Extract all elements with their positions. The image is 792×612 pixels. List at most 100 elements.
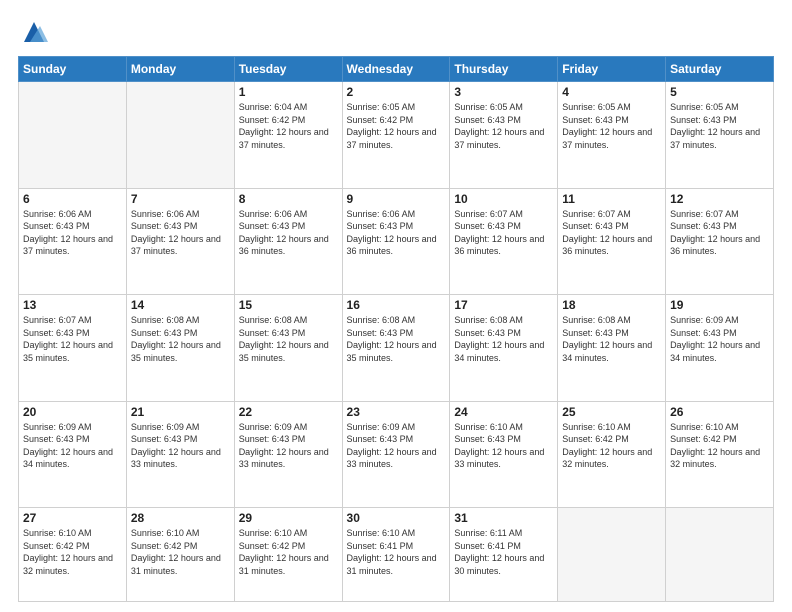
day-cell: 10 Sunrise: 6:07 AM Sunset: 6:43 PM Dayli… bbox=[450, 188, 558, 295]
day-info: Sunrise: 6:05 AM Sunset: 6:43 PM Dayligh… bbox=[562, 101, 661, 151]
day-info: Sunrise: 6:06 AM Sunset: 6:43 PM Dayligh… bbox=[23, 208, 122, 258]
day-info: Sunrise: 6:07 AM Sunset: 6:43 PM Dayligh… bbox=[23, 314, 122, 364]
day-info: Sunrise: 6:11 AM Sunset: 6:41 PM Dayligh… bbox=[454, 527, 553, 577]
day-info: Sunrise: 6:08 AM Sunset: 6:43 PM Dayligh… bbox=[562, 314, 661, 364]
day-info: Sunrise: 6:10 AM Sunset: 6:43 PM Dayligh… bbox=[454, 421, 553, 471]
day-cell: 17 Sunrise: 6:08 AM Sunset: 6:43 PM Dayli… bbox=[450, 295, 558, 402]
day-number: 18 bbox=[562, 298, 661, 312]
day-cell: 21 Sunrise: 6:09 AM Sunset: 6:43 PM Dayli… bbox=[126, 401, 234, 508]
day-info: Sunrise: 6:04 AM Sunset: 6:42 PM Dayligh… bbox=[239, 101, 338, 151]
weekday-header-friday: Friday bbox=[558, 57, 666, 82]
day-cell: 2 Sunrise: 6:05 AM Sunset: 6:42 PM Daylig… bbox=[342, 82, 450, 189]
day-info: Sunrise: 6:05 AM Sunset: 6:42 PM Dayligh… bbox=[347, 101, 446, 151]
day-number: 29 bbox=[239, 511, 338, 525]
day-number: 6 bbox=[23, 192, 122, 206]
day-cell: 13 Sunrise: 6:07 AM Sunset: 6:43 PM Dayli… bbox=[19, 295, 127, 402]
day-cell: 28Sunrise: 6:10 AM Sunset: 6:42 PM Dayli… bbox=[126, 508, 234, 602]
weekday-header-wednesday: Wednesday bbox=[342, 57, 450, 82]
day-cell: 16 Sunrise: 6:08 AM Sunset: 6:43 PM Dayli… bbox=[342, 295, 450, 402]
day-info: Sunrise: 6:08 AM Sunset: 6:43 PM Dayligh… bbox=[239, 314, 338, 364]
day-info: Sunrise: 6:06 AM Sunset: 6:43 PM Dayligh… bbox=[131, 208, 230, 258]
week-row-3: 13 Sunrise: 6:07 AM Sunset: 6:43 PM Dayli… bbox=[19, 295, 774, 402]
day-number: 15 bbox=[239, 298, 338, 312]
day-cell: 1 Sunrise: 6:04 AM Sunset: 6:42 PM Daylig… bbox=[234, 82, 342, 189]
day-number: 26 bbox=[670, 405, 769, 419]
day-cell: 7 Sunrise: 6:06 AM Sunset: 6:43 PM Daylig… bbox=[126, 188, 234, 295]
logo bbox=[18, 18, 48, 46]
day-cell: 9 Sunrise: 6:06 AM Sunset: 6:43 PM Daylig… bbox=[342, 188, 450, 295]
day-info: Sunrise: 6:10 AM Sunset: 6:42 PM Dayligh… bbox=[23, 527, 122, 577]
day-number: 10 bbox=[454, 192, 553, 206]
day-cell: 18 Sunrise: 6:08 AM Sunset: 6:43 PM Dayli… bbox=[558, 295, 666, 402]
day-number: 13 bbox=[23, 298, 122, 312]
day-number: 23 bbox=[347, 405, 446, 419]
day-cell: 15 Sunrise: 6:08 AM Sunset: 6:43 PM Dayli… bbox=[234, 295, 342, 402]
day-info: Sunrise: 6:08 AM Sunset: 6:43 PM Dayligh… bbox=[347, 314, 446, 364]
day-info: Sunrise: 6:09 AM Sunset: 6:43 PM Dayligh… bbox=[239, 421, 338, 471]
day-info: Sunrise: 6:10 AM Sunset: 6:41 PM Dayligh… bbox=[347, 527, 446, 577]
day-cell: 25 Sunrise: 6:10 AM Sunset: 6:42 PM Dayli… bbox=[558, 401, 666, 508]
day-cell: 12 Sunrise: 6:07 AM Sunset: 6:43 PM Dayli… bbox=[666, 188, 774, 295]
day-cell: 26 Sunrise: 6:10 AM Sunset: 6:42 PM Dayli… bbox=[666, 401, 774, 508]
day-number: 31 bbox=[454, 511, 553, 525]
day-number: 3 bbox=[454, 85, 553, 99]
day-number: 16 bbox=[347, 298, 446, 312]
day-number: 27 bbox=[23, 511, 122, 525]
day-cell bbox=[558, 508, 666, 602]
day-number: 4 bbox=[562, 85, 661, 99]
day-info: Sunrise: 6:10 AM Sunset: 6:42 PM Dayligh… bbox=[562, 421, 661, 471]
day-cell: 4 Sunrise: 6:05 AM Sunset: 6:43 PM Daylig… bbox=[558, 82, 666, 189]
day-info: Sunrise: 6:09 AM Sunset: 6:43 PM Dayligh… bbox=[131, 421, 230, 471]
day-cell bbox=[19, 82, 127, 189]
day-number: 8 bbox=[239, 192, 338, 206]
day-info: Sunrise: 6:07 AM Sunset: 6:43 PM Dayligh… bbox=[454, 208, 553, 258]
day-number: 21 bbox=[131, 405, 230, 419]
day-info: Sunrise: 6:10 AM Sunset: 6:42 PM Dayligh… bbox=[670, 421, 769, 471]
day-number: 20 bbox=[23, 405, 122, 419]
day-cell: 3 Sunrise: 6:05 AM Sunset: 6:43 PM Daylig… bbox=[450, 82, 558, 189]
day-cell: 20 Sunrise: 6:09 AM Sunset: 6:43 PM Dayli… bbox=[19, 401, 127, 508]
day-cell bbox=[666, 508, 774, 602]
day-cell: 31 Sunrise: 6:11 AM Sunset: 6:41 PM Dayli… bbox=[450, 508, 558, 602]
day-info: Sunrise: 6:06 AM Sunset: 6:43 PM Dayligh… bbox=[347, 208, 446, 258]
day-cell: 11 Sunrise: 6:07 AM Sunset: 6:43 PM Dayli… bbox=[558, 188, 666, 295]
week-row-5: 27 Sunrise: 6:10 AM Sunset: 6:42 PM Dayli… bbox=[19, 508, 774, 602]
day-info: Sunrise: 6:07 AM Sunset: 6:43 PM Dayligh… bbox=[562, 208, 661, 258]
day-number: 2 bbox=[347, 85, 446, 99]
calendar: SundayMondayTuesdayWednesdayThursdayFrid… bbox=[18, 56, 774, 602]
day-number: 24 bbox=[454, 405, 553, 419]
day-cell: 30 Sunrise: 6:10 AM Sunset: 6:41 PM Dayli… bbox=[342, 508, 450, 602]
day-info: Sunrise: 6:09 AM Sunset: 6:43 PM Dayligh… bbox=[23, 421, 122, 471]
day-number: 30 bbox=[347, 511, 446, 525]
weekday-header-monday: Monday bbox=[126, 57, 234, 82]
day-cell: 14Sunrise: 6:08 AM Sunset: 6:43 PM Dayli… bbox=[126, 295, 234, 402]
day-info: Sunrise: 6:07 AM Sunset: 6:43 PM Dayligh… bbox=[670, 208, 769, 258]
day-info: Sunrise: 6:08 AM Sunset: 6:43 PM Dayligh… bbox=[454, 314, 553, 364]
day-number: 12 bbox=[670, 192, 769, 206]
day-number: 9 bbox=[347, 192, 446, 206]
day-cell: 5 Sunrise: 6:05 AM Sunset: 6:43 PM Daylig… bbox=[666, 82, 774, 189]
day-info: Sunrise: 6:10 AM Sunset: 6:42 PM Dayligh… bbox=[239, 527, 338, 577]
day-info: Sunrise: 6:06 AM Sunset: 6:43 PM Dayligh… bbox=[239, 208, 338, 258]
day-number: 22 bbox=[239, 405, 338, 419]
day-number: 11 bbox=[562, 192, 661, 206]
header bbox=[18, 18, 774, 46]
day-number: 1 bbox=[239, 85, 338, 99]
day-cell: 6 Sunrise: 6:06 AM Sunset: 6:43 PM Daylig… bbox=[19, 188, 127, 295]
weekday-header-sunday: Sunday bbox=[19, 57, 127, 82]
week-row-4: 20 Sunrise: 6:09 AM Sunset: 6:43 PM Dayli… bbox=[19, 401, 774, 508]
weekday-header-saturday: Saturday bbox=[666, 57, 774, 82]
logo-icon bbox=[20, 18, 48, 46]
day-info: Sunrise: 6:05 AM Sunset: 6:43 PM Dayligh… bbox=[670, 101, 769, 151]
day-info: Sunrise: 6:05 AM Sunset: 6:43 PM Dayligh… bbox=[454, 101, 553, 151]
day-number: 7 bbox=[131, 192, 230, 206]
day-info: Sunrise: 6:09 AM Sunset: 6:43 PM Dayligh… bbox=[670, 314, 769, 364]
weekday-header-row: SundayMondayTuesdayWednesdayThursdayFrid… bbox=[19, 57, 774, 82]
day-number: 25 bbox=[562, 405, 661, 419]
day-number: 5 bbox=[670, 85, 769, 99]
page: SundayMondayTuesdayWednesdayThursdayFrid… bbox=[0, 0, 792, 612]
week-row-2: 6 Sunrise: 6:06 AM Sunset: 6:43 PM Daylig… bbox=[19, 188, 774, 295]
day-number: 17 bbox=[454, 298, 553, 312]
day-cell: 22 Sunrise: 6:09 AM Sunset: 6:43 PM Dayli… bbox=[234, 401, 342, 508]
day-cell: 8 Sunrise: 6:06 AM Sunset: 6:43 PM Daylig… bbox=[234, 188, 342, 295]
